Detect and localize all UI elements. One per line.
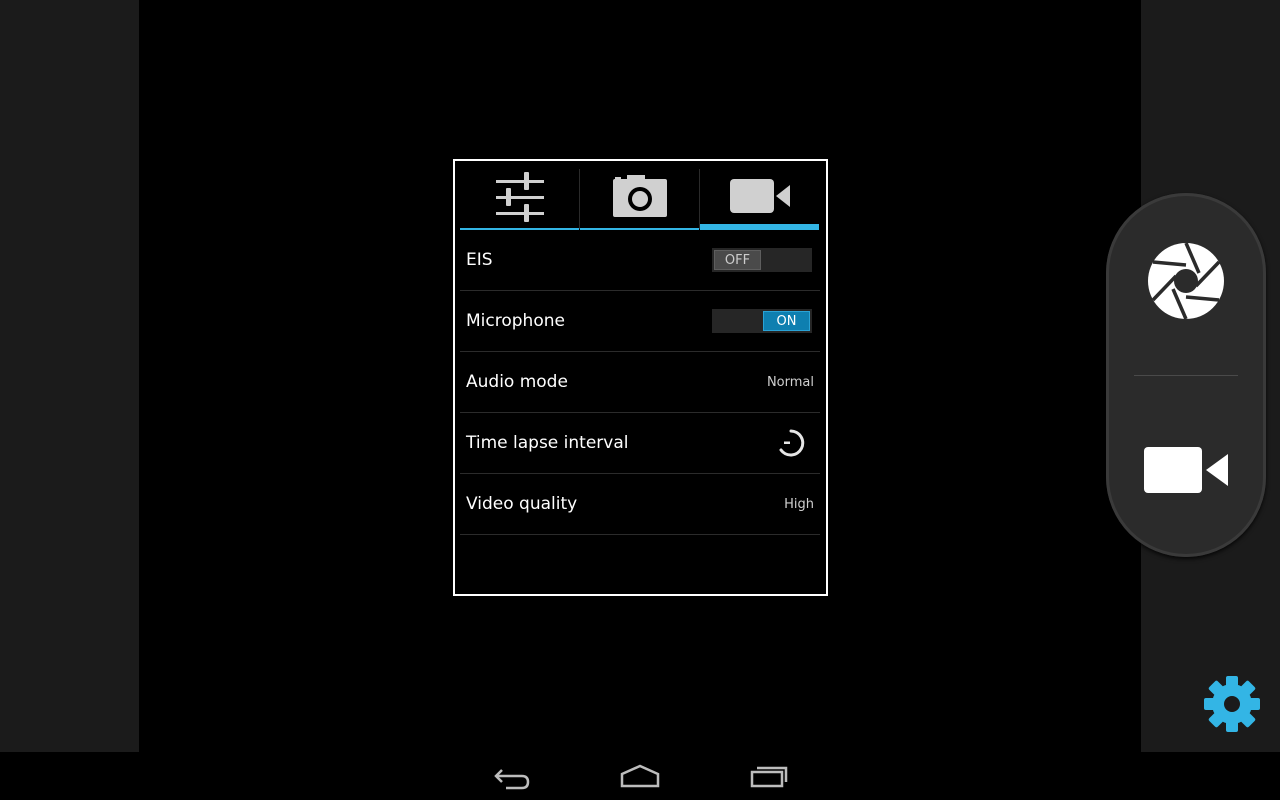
eis-toggle[interactable]: OFF xyxy=(712,248,812,272)
capture-control-capsule xyxy=(1106,193,1266,557)
setting-row-video-quality[interactable]: Video quality High xyxy=(460,474,820,535)
toggle-thumb: ON xyxy=(763,311,810,331)
back-button[interactable] xyxy=(492,760,532,792)
setting-label: Microphone xyxy=(466,311,565,331)
setting-row-microphone[interactable]: Microphone ON xyxy=(460,291,820,352)
tab-general-settings[interactable] xyxy=(460,163,579,230)
recent-apps-icon xyxy=(750,766,788,788)
settings-list: EIS OFF Microphone ON Audio mode Normal … xyxy=(460,230,820,535)
settings-panel: EIS OFF Microphone ON Audio mode Normal … xyxy=(453,159,828,596)
capsule-divider xyxy=(1134,375,1238,376)
timer-icon xyxy=(779,429,805,457)
setting-label: EIS xyxy=(466,250,493,270)
setting-label: Time lapse interval xyxy=(466,433,629,453)
video-camera-icon xyxy=(729,178,790,213)
video-camera-icon xyxy=(1144,447,1228,493)
shutter-icon xyxy=(1148,242,1224,320)
setting-label: Audio mode xyxy=(466,372,568,392)
setting-row-eis[interactable]: EIS OFF xyxy=(460,230,820,291)
setting-value: Normal xyxy=(766,374,814,390)
setting-row-audio-mode[interactable]: Audio mode Normal xyxy=(460,352,820,413)
toggle-thumb: OFF xyxy=(714,250,761,270)
tab-photo-settings[interactable] xyxy=(580,163,699,230)
settings-button[interactable] xyxy=(1203,675,1261,733)
video-mode-button[interactable] xyxy=(1144,443,1230,499)
back-icon xyxy=(494,769,530,790)
settings-tabs xyxy=(460,163,820,230)
recent-apps-button[interactable] xyxy=(750,760,790,792)
microphone-toggle[interactable]: ON xyxy=(712,309,812,333)
shutter-button[interactable] xyxy=(1146,241,1226,321)
setting-value: High xyxy=(784,496,814,512)
setting-label: Video quality xyxy=(466,494,578,514)
navigation-bar xyxy=(0,752,1280,800)
home-button[interactable] xyxy=(620,760,660,792)
setting-row-time-lapse[interactable]: Time lapse interval xyxy=(460,413,820,474)
left-bar xyxy=(0,0,139,752)
sliders-icon xyxy=(495,171,544,222)
camera-icon xyxy=(612,174,667,217)
tab-video-settings[interactable] xyxy=(700,163,819,230)
gear-icon xyxy=(1204,676,1260,732)
home-icon xyxy=(620,764,660,788)
